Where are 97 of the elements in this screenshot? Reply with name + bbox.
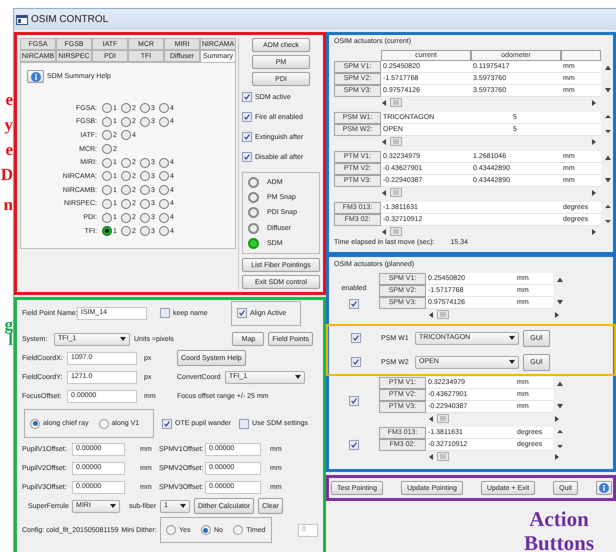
scroll-left-icon[interactable] [429,454,433,460]
app-icon [16,14,28,24]
column-header [561,50,601,61]
radio-button[interactable] [200,525,211,535]
radio-button[interactable] [102,185,112,196]
scroll-right-icon[interactable] [555,454,559,460]
annotation-letter: y [4,117,13,133]
checkbox[interactable] [237,308,247,318]
radio-button[interactable] [159,226,169,236]
radio-button[interactable] [102,103,112,113]
checkbox[interactable] [351,357,361,367]
radio-button[interactable] [102,198,112,209]
caret-icon [295,375,301,379]
radio-button[interactable] [159,171,169,182]
checkbox[interactable] [349,396,359,406]
scrollbar-thumb[interactable] [437,310,449,319]
checkbox[interactable] [242,92,252,102]
checkbox[interactable] [242,152,252,162]
scroll-arrows-icon [605,202,611,226]
annotation-letter: e [5,142,13,158]
checkbox[interactable] [351,333,361,343]
radio-button[interactable] [102,144,112,154]
scroll-left-icon[interactable] [429,312,433,318]
checkbox[interactable] [239,418,250,428]
radio-button[interactable] [121,226,131,236]
caret-icon [120,337,126,341]
scrollbar-thumb[interactable] [390,137,402,146]
scroll-left-icon[interactable] [382,138,386,144]
scrollbar-thumb[interactable] [437,414,449,423]
annotation-text: Action Buttons [522,507,596,552]
scroll-right-icon[interactable] [592,190,596,196]
caret-icon [509,336,515,340]
scrollbar-thumb[interactable] [390,188,402,197]
scrollbar-thumb[interactable] [437,452,449,461]
radio-button[interactable] [102,171,112,182]
scroll-left-icon[interactable] [382,190,386,196]
scrollbar-thumb[interactable] [390,98,402,107]
radio-button[interactable] [121,198,131,209]
scroll-right-icon[interactable] [555,416,559,422]
radio-button[interactable] [98,418,109,428]
info-icon [598,483,609,493]
scroll-left-icon[interactable] [382,100,386,106]
radio-button[interactable] [102,130,112,140]
radio-button[interactable] [140,158,150,168]
scroll-arrows-icon [557,427,563,451]
radio-button[interactable] [102,116,112,127]
scroll-left-icon[interactable] [429,416,433,422]
radio-button[interactable] [102,226,112,236]
caret-icon [180,504,186,508]
checkbox[interactable] [349,440,359,450]
annotation-letter: D [0,167,13,183]
checkbox[interactable] [162,418,172,428]
scrollbar-thumb[interactable] [390,227,402,236]
radio-button[interactable] [159,198,169,209]
radio-button[interactable] [140,212,150,222]
caret-icon [509,360,515,364]
window-title: OSIM CONTROL [31,13,108,27]
scroll-left-icon[interactable] [382,228,386,234]
radio-button[interactable] [30,418,40,428]
radio-button[interactable] [140,116,150,127]
radio-button[interactable] [140,226,150,236]
checkbox[interactable] [349,299,359,309]
radio-button[interactable] [159,212,169,222]
radio-button[interactable] [233,525,244,535]
radio-button[interactable] [159,158,169,168]
annotation-letter: n [4,197,13,213]
scroll-right-icon[interactable] [555,312,559,318]
radio-button[interactable] [121,212,131,222]
info-button[interactable] [596,481,612,495]
radio-button[interactable] [121,116,131,127]
radio-button[interactable] [159,103,169,113]
radio-button[interactable] [166,525,176,535]
radio-button[interactable] [102,212,112,222]
radio-button[interactable] [121,185,131,196]
caret-icon [110,504,116,508]
scroll-right-icon[interactable] [592,138,596,144]
radio-button[interactable] [102,158,112,168]
radio-button[interactable] [140,103,150,113]
annotation-letter: e [5,92,13,108]
scroll-right-icon[interactable] [592,228,596,234]
radio-button[interactable] [121,171,131,182]
info-icon [30,72,40,82]
scroll-right-icon[interactable] [592,100,596,106]
radio-button[interactable] [121,130,131,140]
radio-button[interactable] [121,158,131,168]
checkbox[interactable] [242,112,252,122]
radio-button[interactable] [159,185,169,196]
radio-button[interactable] [140,198,150,209]
radio-button[interactable] [140,185,150,196]
radio-button[interactable] [159,116,169,127]
radio-button[interactable] [140,171,150,182]
annotation-letter: g [4,317,13,333]
checkbox[interactable] [242,132,252,142]
radio-button[interactable] [121,103,131,113]
checkbox[interactable] [160,308,170,318]
scroll-arrows-icon [605,112,611,136]
help-button[interactable] [27,70,44,83]
